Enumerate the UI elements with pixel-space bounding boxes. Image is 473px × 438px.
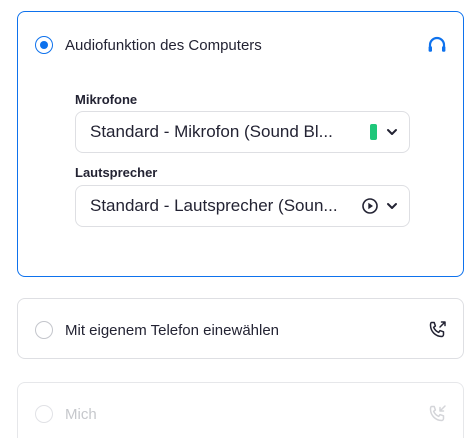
computer-audio-card[interactable]: Audiofunktion des Computers Mikrofone St…: [17, 11, 464, 277]
phone-incoming-icon: [425, 402, 449, 426]
call-me-card: Mich: [17, 382, 464, 438]
phone-dialin-radio[interactable]: [35, 321, 53, 339]
play-icon[interactable]: [361, 197, 379, 215]
call-me-radio: [35, 405, 53, 423]
computer-audio-option[interactable]: Audiofunktion des Computers: [35, 33, 449, 57]
speaker-select[interactable]: Standard - Lautsprecher (Soun...: [75, 185, 410, 227]
call-me-label: Mich: [65, 405, 97, 423]
speaker-section-label: Lautsprecher: [75, 165, 158, 180]
phone-dialin-label: Mit eigenem Telefon einewählen: [65, 321, 280, 339]
phone-dialin-card[interactable]: Mit eigenem Telefon einewählen: [17, 298, 464, 359]
computer-audio-radio[interactable]: [35, 36, 53, 54]
call-me-option: Mich: [35, 402, 449, 426]
microphone-select-value: Standard - Mikrofon (Sound Bl...: [90, 122, 333, 141]
microphone-level-fill: [370, 124, 377, 140]
microphone-level-meter: [370, 124, 377, 140]
microphone-section-label: Mikrofone: [75, 92, 138, 107]
chevron-down-icon[interactable]: [385, 199, 399, 213]
speaker-select-value: Standard - Lautsprecher (Soun...: [90, 196, 338, 215]
phone-outgoing-icon: [425, 318, 449, 342]
radio-selected-dot: [40, 41, 48, 49]
audio-options-panel: Audiofunktion des Computers Mikrofone St…: [0, 0, 473, 438]
chevron-down-icon[interactable]: [385, 125, 399, 139]
computer-audio-label: Audiofunktion des Computers: [65, 36, 262, 54]
headphone-icon: [425, 33, 449, 57]
phone-dialin-option[interactable]: Mit eigenem Telefon einewählen: [35, 318, 449, 342]
microphone-select[interactable]: Standard - Mikrofon (Sound Bl...: [75, 111, 410, 153]
